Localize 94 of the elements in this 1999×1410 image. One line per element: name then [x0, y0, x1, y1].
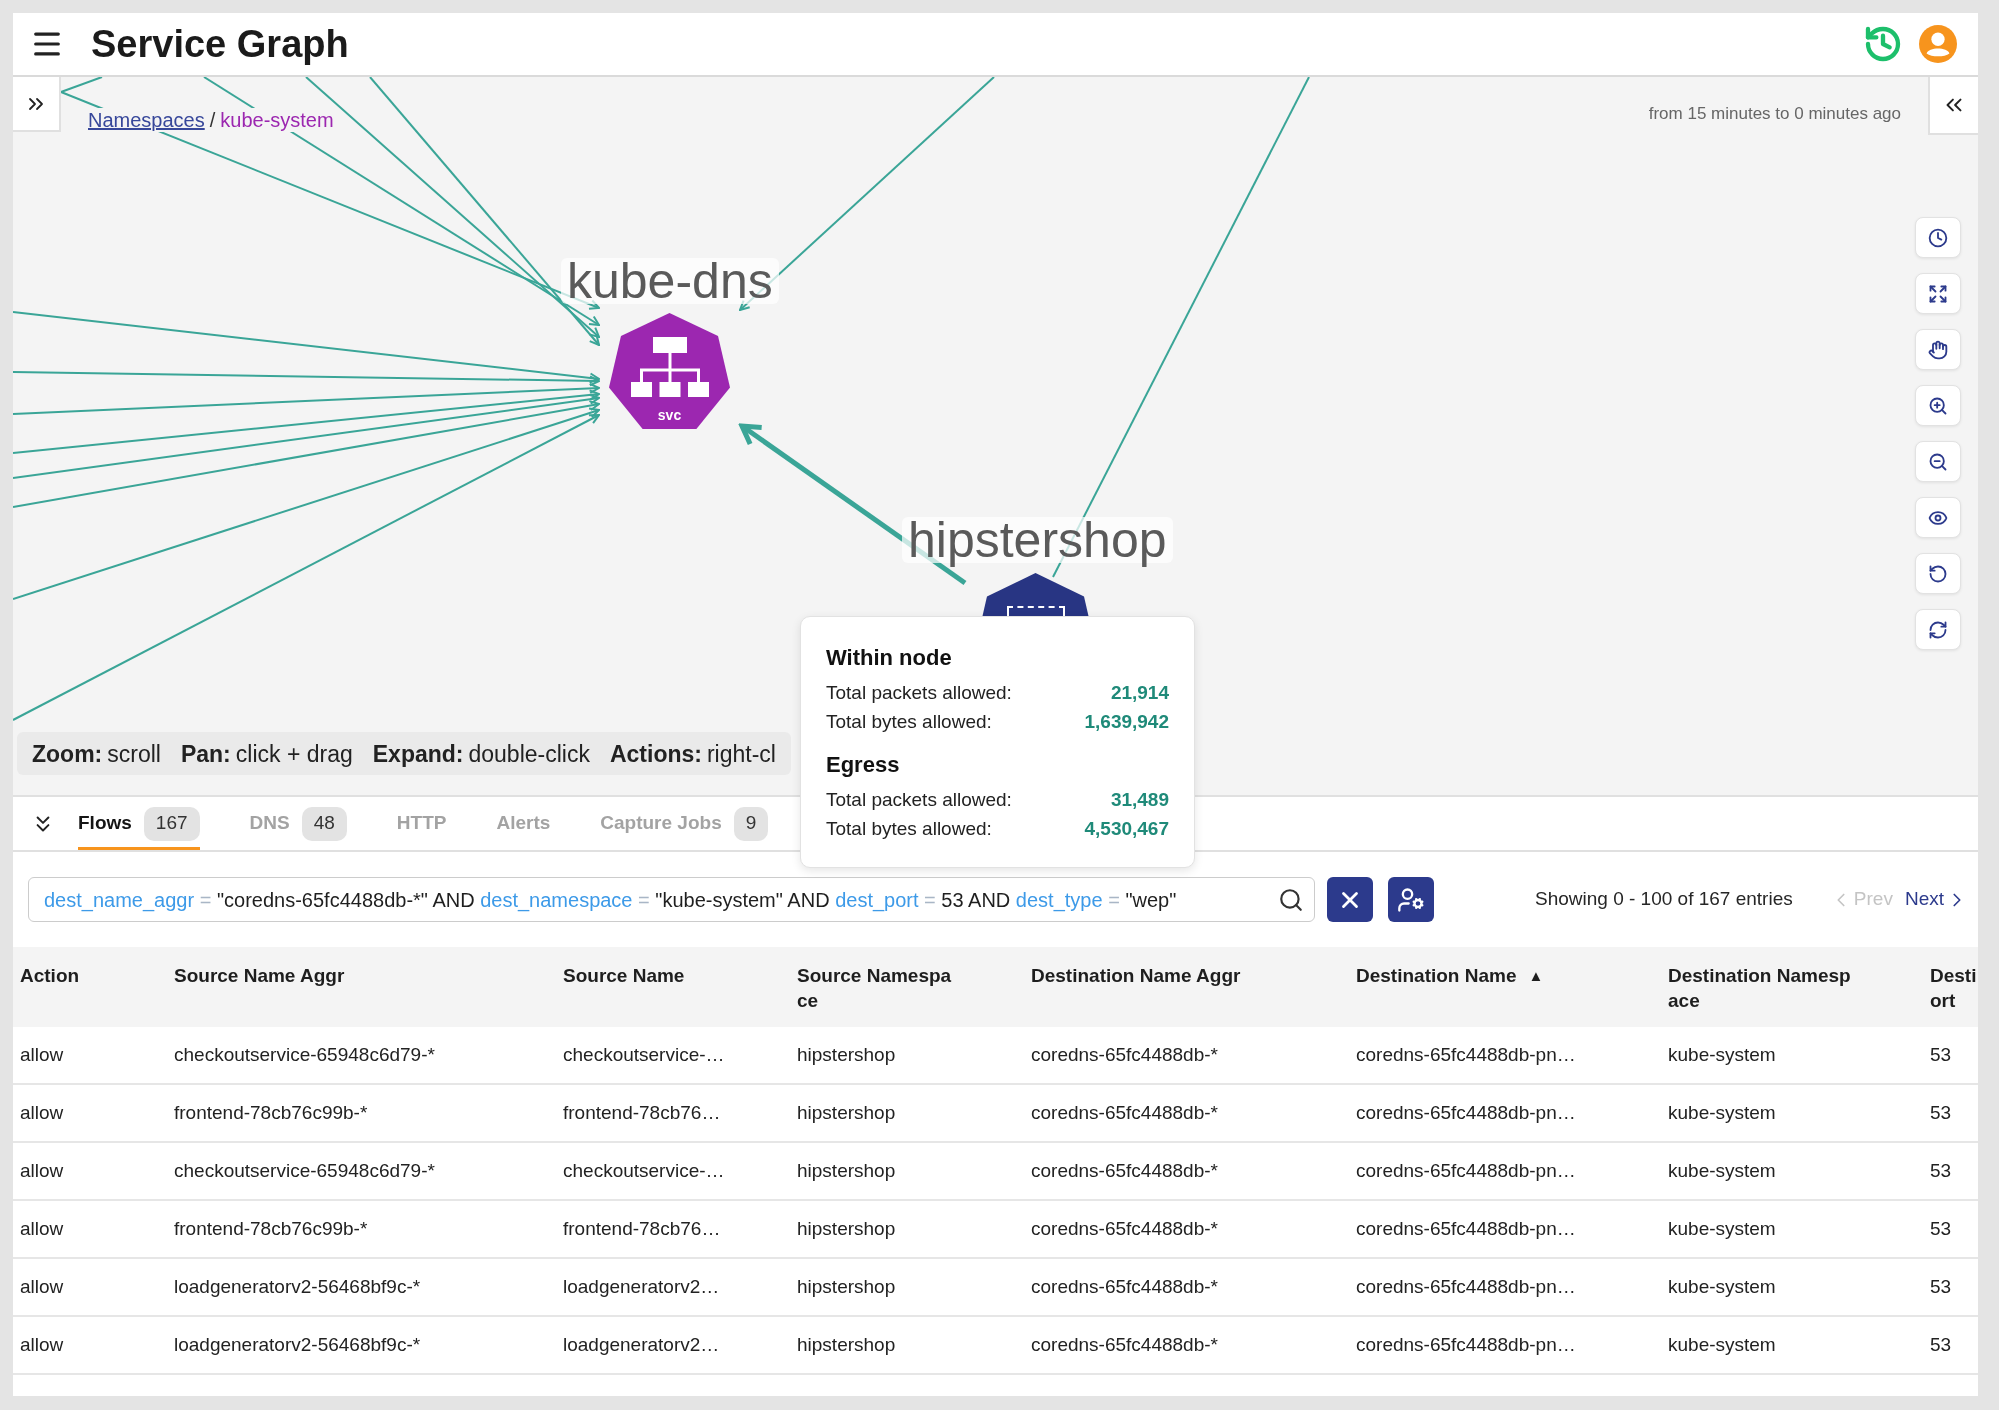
time-range-button[interactable] [1915, 217, 1961, 258]
table-cell-text: coredns-65fc4488db-* [1031, 1274, 1218, 1299]
column-header[interactable]: Destination Name [1356, 963, 1517, 988]
tab[interactable]: Flows 167 [78, 797, 200, 850]
table-cell-text: kube-system [1668, 1100, 1776, 1125]
table-cell-text: frontend-78cb76c99b-* [174, 1100, 368, 1125]
table-cell-text: coredns-65fc4488db-* [1031, 1100, 1218, 1125]
hand-icon [1928, 339, 1948, 360]
clock-icon [1928, 227, 1948, 248]
filter-field[interactable]: dest_name_aggr = "coredns-65fc4488db-*" AND dest_namespace = "kube-system" AND dest_port = 53 AND dest_type = "wep" [28, 877, 1315, 922]
table-cell-text: loadgeneratorv2-56468bf9c-* [174, 1332, 421, 1357]
user-settings-button[interactable] [1388, 877, 1434, 922]
tab[interactable]: DNS 48 [249, 797, 347, 850]
legend-item: Pan: click + drag [180, 739, 353, 768]
table-cell-text: coredns-65fc4488db-pn… [1356, 1332, 1576, 1357]
legend-item: Zoom: scroll [32, 739, 161, 768]
table-cell-text: allow [20, 1332, 64, 1357]
table-cell-text: allow [20, 1158, 64, 1183]
column-header[interactable]: Desti ort [1930, 963, 1977, 1013]
table-cell-text: allow [20, 1216, 64, 1241]
zoom-in-button[interactable] [1915, 385, 1961, 426]
table-cell-text: coredns-65fc4488db-pn… [1356, 1158, 1576, 1183]
table-cell-text: kube-system [1668, 1158, 1776, 1183]
table-cell-text: loadgeneratorv2-56468bf9c-* [174, 1274, 421, 1299]
table-cell-text: checkoutservice-65948c6d79-* [174, 1042, 435, 1067]
table-cell-text: kube-system [1668, 1332, 1776, 1357]
undo-icon [1928, 563, 1948, 584]
table-cell-text: checkoutservice-65948c6d79-* [174, 1158, 435, 1183]
table-cell-text: hipstershop [797, 1274, 896, 1299]
table-cell-text: hipstershop [797, 1216, 896, 1241]
column-header[interactable]: Source Namespace [797, 963, 957, 1013]
stat-value: 4,530,467 [1084, 817, 1169, 842]
table-cell-text: hipstershop [797, 1100, 896, 1125]
table-cell-text: 53 [1930, 1332, 1952, 1357]
tab[interactable]: Capture Jobs 9 [600, 797, 769, 850]
sort-arrow[interactable]: ▲ [1528, 963, 1544, 988]
table-cell-text: checkoutservice-… [563, 1158, 725, 1183]
table-cell-text: coredns-65fc4488db-pn… [1356, 1274, 1576, 1299]
entries-summary: Showing 0 - 100 of 167 entries [1535, 887, 1793, 912]
tooltip-heading: Egress [826, 751, 900, 779]
column-header[interactable]: Source Name [563, 963, 685, 988]
table-cell-text: hipstershop [797, 1158, 896, 1183]
legend-item: Expand: double-click [372, 739, 590, 768]
table-cell-text: allow [20, 1100, 64, 1125]
table-cell-text: frontend-78cb76c99b-* [174, 1216, 368, 1241]
user-gear-icon [1397, 885, 1425, 914]
table-cell-text: 53 [1930, 1158, 1952, 1183]
table-cell-text: coredns-65fc4488db-pn… [1356, 1216, 1576, 1241]
refresh-button[interactable] [1915, 609, 1961, 650]
table-cell-text: loadgeneratorv2… [563, 1274, 720, 1299]
search-icon[interactable] [1278, 886, 1304, 913]
time-range-text: from 15 minutes to 0 minutes ago [1648, 104, 1901, 124]
zoom-out-icon [1928, 451, 1948, 472]
table-cell-text: coredns-65fc4488db-pn… [1356, 1042, 1576, 1067]
table-cell-text: 53 [1930, 1042, 1952, 1067]
column-header[interactable]: Source Name Aggr [174, 963, 345, 988]
table-cell-text: frontend-78cb76… [563, 1216, 721, 1241]
table-cell-text: frontend-78cb76… [563, 1100, 721, 1125]
clear-filter-button[interactable] [1327, 877, 1373, 922]
column-header[interactable]: Destination Namespace [1668, 963, 1856, 1013]
table-cell-text: allow [20, 1042, 64, 1067]
zoom-out-button[interactable] [1915, 441, 1961, 482]
count-badge: 167 [143, 806, 200, 841]
table-cell-text: kube-system [1668, 1274, 1776, 1299]
fit-view-button[interactable] [1915, 273, 1961, 314]
stat-label: Total bytes allowed: [826, 817, 992, 842]
table-cell-text: kube-system [1668, 1216, 1776, 1241]
table-cell-text: 53 [1930, 1100, 1952, 1125]
table-cell-text: coredns-65fc4488db-pn… [1356, 1100, 1576, 1125]
table-cell-text: coredns-65fc4488db-* [1031, 1216, 1218, 1241]
column-header[interactable]: Destination Name Aggr [1031, 963, 1241, 988]
undo-button[interactable] [1915, 553, 1961, 594]
page-title: Service Graph [91, 22, 349, 66]
count-badge: 48 [301, 806, 347, 841]
table-cell-text: hipstershop [797, 1042, 896, 1067]
table-cell-text: loadgeneratorv2… [563, 1332, 720, 1357]
pan-button[interactable] [1915, 329, 1961, 370]
table-cell-text: 53 [1930, 1274, 1952, 1299]
table-cell-text: kube-system [1668, 1042, 1776, 1067]
count-badge: 9 [733, 806, 769, 841]
legend-item: Actions: right-cl [609, 739, 776, 768]
table-cell-text: coredns-65fc4488db-* [1031, 1158, 1218, 1183]
expand-icon [1928, 283, 1948, 304]
visibility-button[interactable] [1915, 497, 1961, 538]
table-cell-text: coredns-65fc4488db-* [1031, 1332, 1218, 1357]
table-cell-text: coredns-65fc4488db-* [1031, 1042, 1218, 1067]
table-cell-text: 53 [1930, 1216, 1952, 1241]
table-cell-text: allow [20, 1274, 64, 1299]
zoom-in-icon [1928, 395, 1948, 416]
column-header[interactable]: Action [20, 963, 80, 988]
refresh-icon [1928, 619, 1948, 640]
table-cell-text: hipstershop [797, 1332, 896, 1357]
next-page-button[interactable]: Next [1904, 885, 1968, 914]
table-cell-text: checkoutservice-… [563, 1042, 725, 1067]
